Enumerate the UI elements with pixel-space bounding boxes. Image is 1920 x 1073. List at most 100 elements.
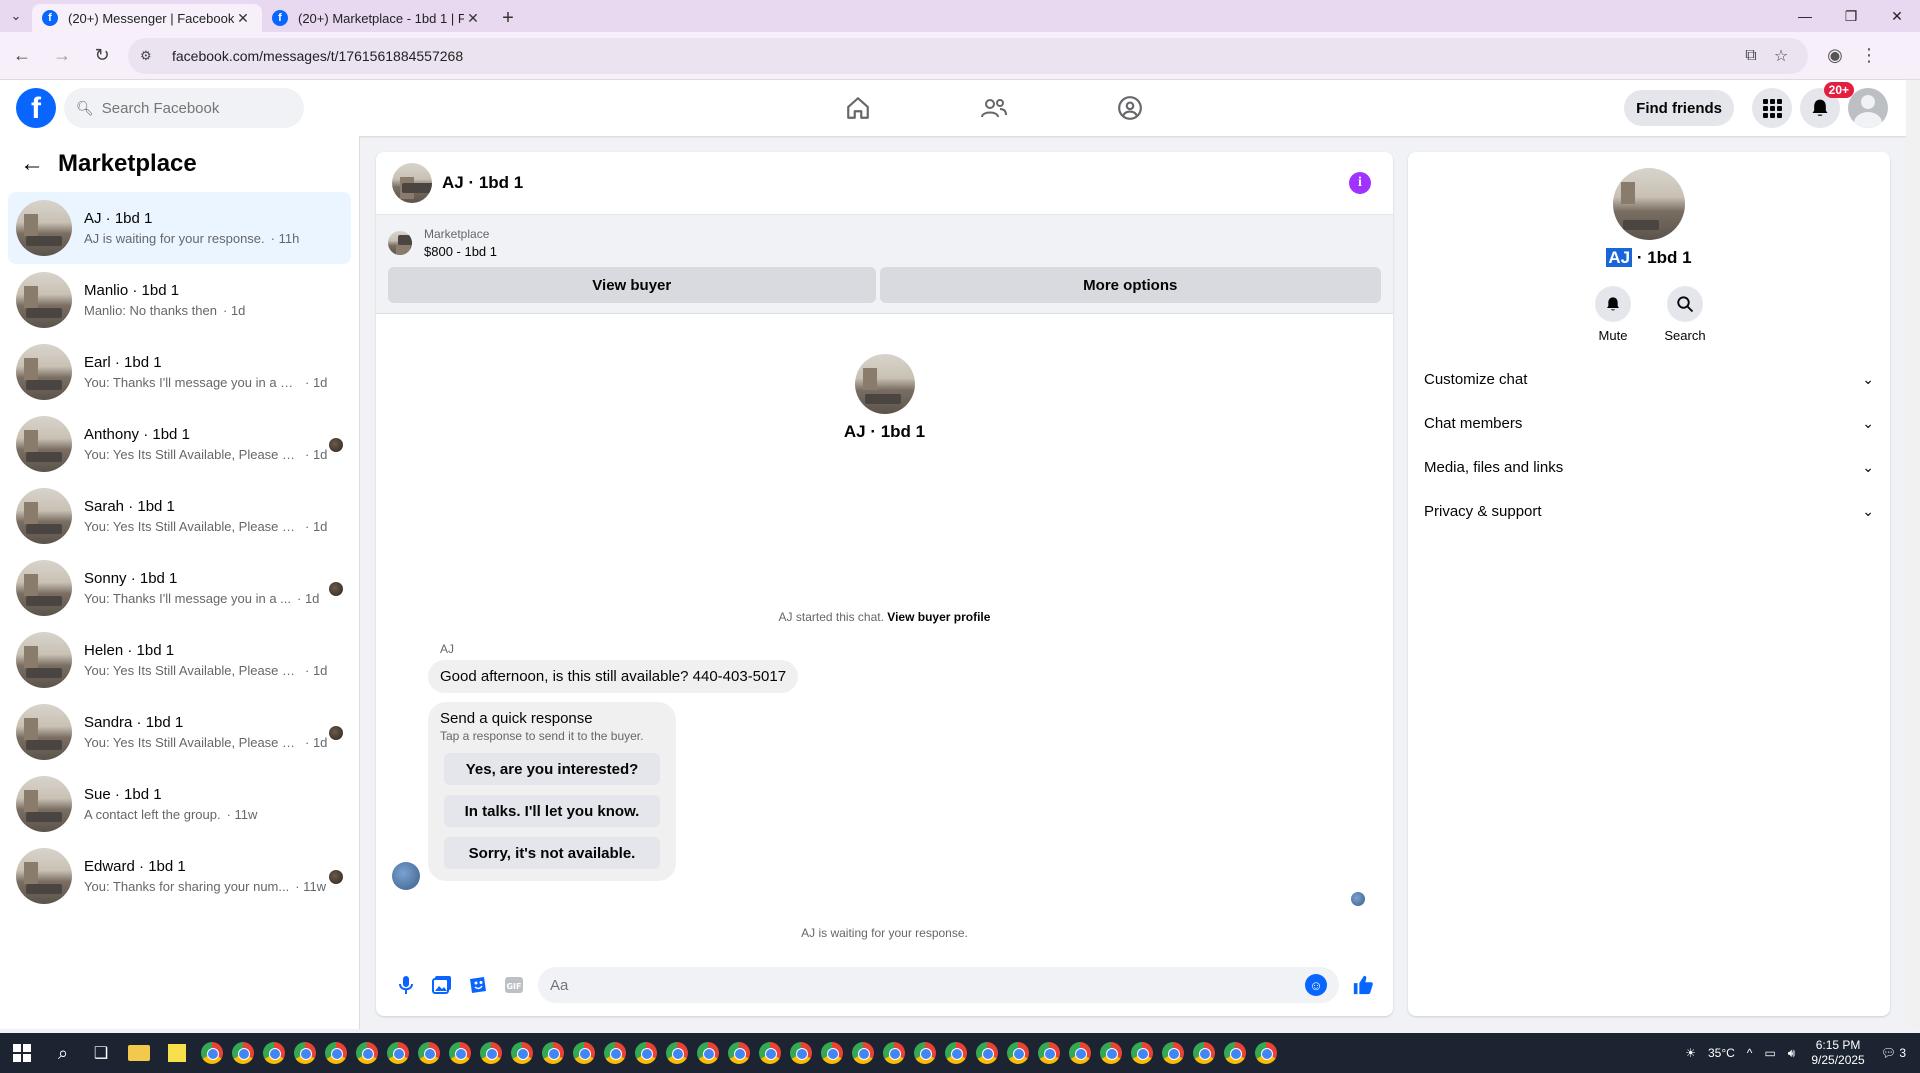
chrome-taskbar-icon[interactable]: [1095, 1033, 1126, 1073]
conversation-item[interactable]: Sandra · 1bd 1 You: Yes Its Still Availab…: [8, 696, 351, 768]
view-buyer-profile-link[interactable]: View buyer profile: [887, 610, 990, 624]
conversation-item[interactable]: Earl · 1bd 1 You: Thanks I'll message you…: [8, 336, 351, 408]
chat-members-section[interactable]: Chat members ⌄: [1408, 401, 1890, 445]
chrome-taskbar-icon[interactable]: [506, 1033, 537, 1073]
conversation-item[interactable]: AJ · 1bd 1 AJ is waiting for your respons…: [8, 192, 351, 264]
chrome-taskbar-icon[interactable]: [816, 1033, 847, 1073]
close-icon[interactable]: ✕: [234, 10, 252, 27]
chrome-taskbar-icon[interactable]: [785, 1033, 816, 1073]
install-app-icon[interactable]: ⧉: [1736, 47, 1766, 65]
conversation-item[interactable]: Edward · 1bd 1 You: Thanks for sharing yo…: [8, 840, 351, 912]
search-input[interactable]: [101, 99, 282, 117]
temperature[interactable]: 35°C: [1708, 1046, 1735, 1060]
search-icon[interactable]: ⌕: [44, 1033, 82, 1073]
mute-button[interactable]: Mute: [1577, 286, 1649, 343]
conversation-item[interactable]: Sue · 1bd 1 A contact left the group. · 11…: [8, 768, 351, 840]
volume-icon[interactable]: 🔊︎: [1788, 1046, 1796, 1061]
chevron-up-icon[interactable]: ^: [1747, 1046, 1753, 1060]
close-window-icon[interactable]: ✕: [1874, 0, 1920, 32]
close-icon[interactable]: ✕: [464, 10, 482, 27]
chrome-taskbar-icon[interactable]: [599, 1033, 630, 1073]
chrome-taskbar-icon[interactable]: [723, 1033, 754, 1073]
restore-icon[interactable]: ❐: [1828, 0, 1874, 32]
back-arrow-icon[interactable]: ←: [4, 38, 40, 74]
back-arrow-icon[interactable]: ←: [20, 150, 44, 178]
chrome-taskbar-icon[interactable]: [971, 1033, 1002, 1073]
chrome-taskbar-icon[interactable]: [754, 1033, 785, 1073]
more-options-button[interactable]: More options: [879, 267, 1381, 303]
chrome-taskbar-icon[interactable]: [1126, 1033, 1157, 1073]
conversation-item[interactable]: Sonny · 1bd 1 You: Thanks I'll message yo…: [8, 552, 351, 624]
chrome-taskbar-icon[interactable]: [1064, 1033, 1095, 1073]
notifications-bell-icon[interactable]: 20+: [1800, 82, 1854, 128]
bookmark-star-icon[interactable]: ☆: [1766, 46, 1796, 66]
chrome-taskbar-icon[interactable]: [382, 1033, 413, 1073]
quick-reply-not-available-button[interactable]: Sorry, it's not available.: [444, 837, 660, 869]
info-icon[interactable]: i: [1349, 172, 1371, 194]
chrome-taskbar-icon[interactable]: [1219, 1033, 1250, 1073]
forward-arrow-icon[interactable]: →: [44, 38, 80, 74]
quick-reply-yes-button[interactable]: Yes, are you interested?: [444, 753, 660, 785]
conversation-item[interactable]: Helen · 1bd 1 You: Yes Its Still Availabl…: [8, 624, 351, 696]
quick-reply-in-talks-button[interactable]: In talks. I'll let you know.: [444, 795, 660, 827]
customize-chat-section[interactable]: Customize chat ⌄: [1408, 357, 1890, 401]
account-avatar[interactable]: [1848, 88, 1888, 128]
weather-icon[interactable]: ☀: [1685, 1046, 1696, 1060]
url-text[interactable]: facebook.com/messages/t/1761561884557268: [172, 48, 1736, 64]
minimize-icon[interactable]: —: [1782, 0, 1828, 32]
chrome-taskbar-icon[interactable]: [413, 1033, 444, 1073]
chrome-taskbar-icon[interactable]: [630, 1033, 661, 1073]
groups-icon[interactable]: [1062, 80, 1198, 136]
chrome-taskbar-icon[interactable]: [351, 1033, 382, 1073]
chrome-taskbar-icon[interactable]: [227, 1033, 258, 1073]
conversation-item[interactable]: Manlio · 1bd 1 Manlio: No thanks then · 1d: [8, 264, 351, 336]
chrome-taskbar-icon[interactable]: [258, 1033, 289, 1073]
home-icon[interactable]: [790, 80, 926, 136]
microphone-icon[interactable]: [388, 967, 424, 1003]
notification-center-icon[interactable]: 💬︎ 3: [1881, 1046, 1906, 1060]
message-input[interactable]: [550, 976, 1305, 994]
chrome-taskbar-icon[interactable]: [568, 1033, 599, 1073]
facebook-search[interactable]: 🔍︎: [64, 88, 304, 128]
menu-grid-icon[interactable]: [1752, 88, 1792, 128]
privacy-support-section[interactable]: Privacy & support ⌄: [1408, 489, 1890, 533]
gif-icon[interactable]: GIF: [496, 967, 532, 1003]
file-explorer-icon[interactable]: [120, 1033, 158, 1073]
find-friends-button[interactable]: Find friends: [1624, 90, 1734, 126]
network-icon[interactable]: ▭: [1764, 1046, 1775, 1060]
tab-messenger[interactable]: f (20+) Messenger | Facebook ✕: [32, 4, 262, 32]
listing-thumbnail[interactable]: [388, 231, 412, 255]
address-bar[interactable]: ⚙ facebook.com/messages/t/17615618845572…: [128, 37, 1808, 74]
conversation-item[interactable]: Anthony · 1bd 1 You: Yes Its Still Availa…: [8, 408, 351, 480]
chrome-taskbar-icon[interactable]: [1188, 1033, 1219, 1073]
info-avatar[interactable]: [1613, 168, 1685, 240]
task-view-icon[interactable]: ❑: [82, 1033, 120, 1073]
chrome-taskbar-icon[interactable]: [320, 1033, 351, 1073]
chrome-taskbar-icon[interactable]: [1002, 1033, 1033, 1073]
chrome-taskbar-icon[interactable]: [444, 1033, 475, 1073]
chrome-taskbar-icon[interactable]: [692, 1033, 723, 1073]
new-tab-button[interactable]: +: [492, 4, 524, 32]
chrome-taskbar-icon[interactable]: [289, 1033, 320, 1073]
menu-dots-icon[interactable]: ⋮: [1852, 45, 1886, 66]
chrome-taskbar-icon[interactable]: [909, 1033, 940, 1073]
chrome-taskbar-icon[interactable]: [196, 1033, 227, 1073]
sticky-notes-icon[interactable]: [158, 1033, 196, 1073]
view-buyer-button[interactable]: View buyer: [388, 267, 876, 303]
clock[interactable]: 6:15 PM 9/25/2025: [1811, 1038, 1864, 1068]
friends-icon[interactable]: [926, 80, 1062, 136]
chrome-taskbar-icon[interactable]: [537, 1033, 568, 1073]
chat-avatar[interactable]: [392, 163, 432, 203]
site-info-icon[interactable]: ⚙: [140, 48, 160, 64]
chrome-taskbar-icon[interactable]: [847, 1033, 878, 1073]
chrome-taskbar-icon[interactable]: [475, 1033, 506, 1073]
windows-start-icon[interactable]: [0, 1033, 44, 1073]
tab-list-button[interactable]: ⌄: [0, 0, 32, 32]
chrome-taskbar-icon[interactable]: [940, 1033, 971, 1073]
sticker-icon[interactable]: [460, 967, 496, 1003]
listing-title[interactable]: $800 - 1bd 1: [424, 243, 497, 261]
chrome-taskbar-icon[interactable]: [1250, 1033, 1281, 1073]
profile-icon[interactable]: ◉: [1818, 45, 1852, 66]
chrome-taskbar-icon[interactable]: [1033, 1033, 1064, 1073]
emoji-icon[interactable]: ☺: [1305, 974, 1327, 996]
